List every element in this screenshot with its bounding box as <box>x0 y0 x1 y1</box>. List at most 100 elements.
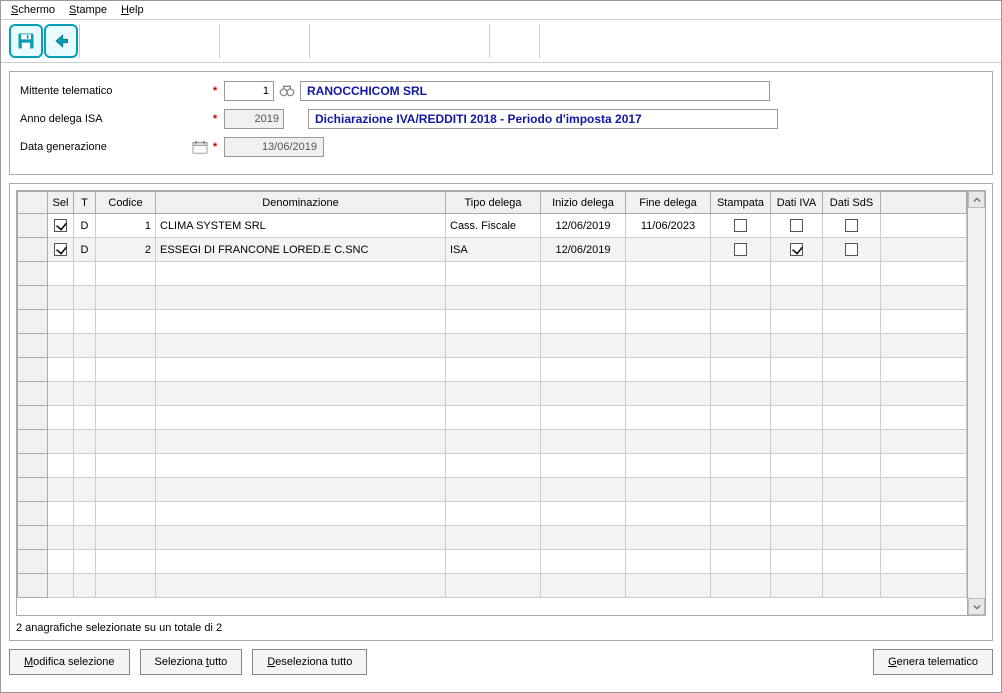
empty-cell <box>771 478 823 502</box>
empty-cell <box>156 406 446 430</box>
empty-cell <box>626 430 711 454</box>
empty-cell <box>771 262 823 286</box>
empty-cell <box>881 334 967 358</box>
empty-cell <box>626 286 711 310</box>
empty-cell <box>48 502 74 526</box>
anno-desc-field: Dichiarazione IVA/REDDITI 2018 - Periodo… <box>308 109 778 129</box>
binocular-icon[interactable] <box>278 82 296 100</box>
empty-cell <box>74 550 96 574</box>
cell-dati-iva[interactable] <box>771 214 823 238</box>
table-row[interactable] <box>18 358 967 382</box>
col-dativa-header[interactable]: Dati IVA <box>771 192 823 214</box>
status-text: 2 anagrafiche selezionate su un totale d… <box>16 622 986 634</box>
genera-telematico-button[interactable]: Genera telematico <box>873 649 993 675</box>
row-indicator <box>18 406 48 430</box>
table-row[interactable]: D1CLIMA SYSTEM SRLCass. Fiscale12/06/201… <box>18 214 967 238</box>
seleziona-tutto-button[interactable]: Seleziona tutto <box>140 649 243 675</box>
col-datisds-header[interactable]: Dati SdS <box>823 192 881 214</box>
table-row[interactable] <box>18 310 967 334</box>
cell-dati-sds[interactable] <box>823 214 881 238</box>
empty-cell <box>823 310 881 334</box>
col-tipo-header[interactable]: Tipo delega <box>446 192 541 214</box>
empty-cell <box>446 358 541 382</box>
table-row[interactable] <box>18 454 967 478</box>
empty-cell <box>96 526 156 550</box>
empty-cell <box>626 454 711 478</box>
col-fine-header[interactable]: Fine delega <box>626 192 711 214</box>
scroll-up-button[interactable] <box>968 191 985 208</box>
col-codice-header[interactable]: Codice <box>96 192 156 214</box>
col-sel-header[interactable]: Sel <box>48 192 74 214</box>
checkbox-icon[interactable] <box>734 243 747 256</box>
cell-sel[interactable] <box>48 238 74 262</box>
cell-sel[interactable] <box>48 214 74 238</box>
scroll-down-button[interactable] <box>968 598 985 615</box>
save-button[interactable] <box>9 24 43 58</box>
empty-cell <box>96 382 156 406</box>
table-row[interactable] <box>18 550 967 574</box>
empty-cell <box>711 406 771 430</box>
empty-cell <box>626 526 711 550</box>
table-row[interactable] <box>18 574 967 598</box>
empty-cell <box>881 406 967 430</box>
table-row[interactable]: D2ESSEGI DI FRANCONE LORED.E C.SNCISA12/… <box>18 238 967 262</box>
back-button[interactable] <box>44 24 78 58</box>
deseleziona-tutto-button[interactable]: Deseleziona tutto <box>252 649 367 675</box>
cell-tipo-delega: Cass. Fiscale <box>446 214 541 238</box>
cell-codice: 2 <box>96 238 156 262</box>
cell-dati-iva[interactable] <box>771 238 823 262</box>
table-row[interactable] <box>18 406 967 430</box>
empty-cell <box>96 334 156 358</box>
checkbox-icon[interactable] <box>845 243 858 256</box>
anno-input[interactable] <box>224 109 284 129</box>
toolbar <box>1 19 1001 63</box>
col-inizio-header[interactable]: Inizio delega <box>541 192 626 214</box>
row-indicator <box>18 478 48 502</box>
empty-cell <box>48 574 74 598</box>
calendar-icon[interactable] <box>192 140 208 154</box>
empty-cell <box>711 286 771 310</box>
checkbox-icon[interactable] <box>845 219 858 232</box>
empty-cell <box>96 430 156 454</box>
toolbar-sep-1 <box>79 24 219 58</box>
empty-cell <box>771 502 823 526</box>
empty-cell <box>156 454 446 478</box>
checkbox-icon[interactable] <box>54 243 67 256</box>
modifica-selezione-button[interactable]: Modifica selezione <box>9 649 130 675</box>
table-row[interactable] <box>18 502 967 526</box>
datagen-input[interactable] <box>224 137 324 157</box>
checkbox-icon[interactable] <box>790 243 803 256</box>
row-indicator <box>18 238 48 262</box>
menu-stampe[interactable]: Stampe <box>69 4 107 16</box>
table-row[interactable] <box>18 430 967 454</box>
menu-help[interactable]: Help <box>121 4 144 16</box>
col-t-header[interactable]: T <box>74 192 96 214</box>
table-row[interactable] <box>18 478 967 502</box>
mittente-code-input[interactable] <box>224 81 274 101</box>
table-row[interactable] <box>18 526 967 550</box>
empty-cell <box>823 286 881 310</box>
col-stampata-header[interactable]: Stampata <box>711 192 771 214</box>
table-row[interactable] <box>18 382 967 406</box>
cell-stampata[interactable] <box>711 214 771 238</box>
vertical-scrollbar[interactable] <box>967 191 985 615</box>
checkbox-icon[interactable] <box>54 219 67 232</box>
arrow-left-icon <box>51 31 71 51</box>
required-mark-2: * <box>210 113 220 125</box>
empty-cell <box>446 382 541 406</box>
empty-cell <box>541 526 626 550</box>
col-indicator-header[interactable] <box>18 192 48 214</box>
cell-dati-sds[interactable] <box>823 238 881 262</box>
cell-stampata[interactable] <box>711 238 771 262</box>
mittente-label: Mittente telematico <box>20 85 160 97</box>
empty-cell <box>96 310 156 334</box>
row-indicator <box>18 358 48 382</box>
checkbox-icon[interactable] <box>790 219 803 232</box>
table-row[interactable] <box>18 262 967 286</box>
table-row[interactable] <box>18 334 967 358</box>
menu-schermo[interactable]: Schermo <box>11 4 55 16</box>
col-denominazione-header[interactable]: Denominazione <box>156 192 446 214</box>
table-row[interactable] <box>18 286 967 310</box>
checkbox-icon[interactable] <box>734 219 747 232</box>
empty-cell <box>156 382 446 406</box>
